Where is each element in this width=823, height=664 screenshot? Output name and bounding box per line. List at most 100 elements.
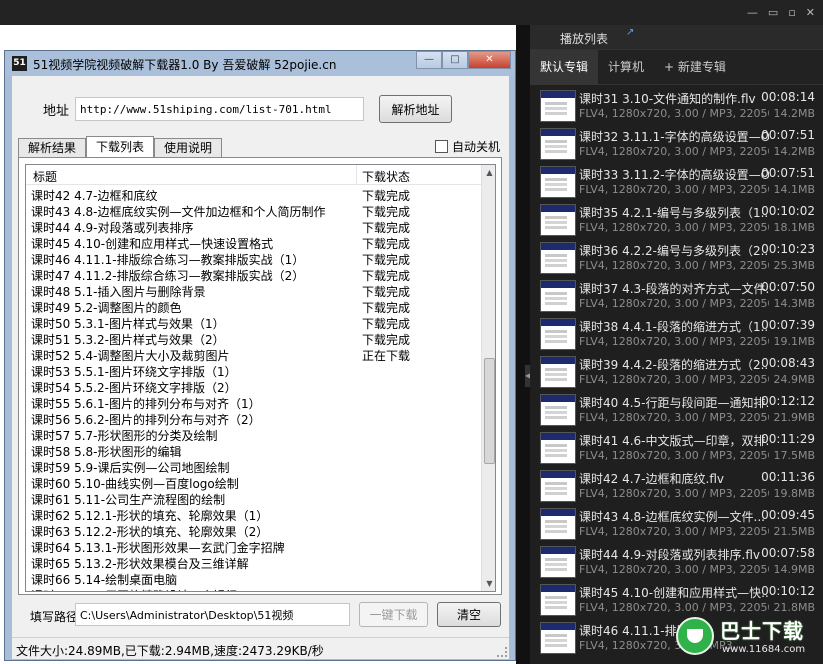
item-duration: 00:07:58 <box>761 546 815 560</box>
item-format-info: FLV4, 1280x720, 3.00 / MP3, 22050... <box>579 335 769 348</box>
list-row[interactable]: 课时53 5.5.1-图片环绕文字排版（1） <box>26 362 481 379</box>
list-row[interactable]: 课时48 5.1-插入图片与删除背景 下载完成 <box>26 282 481 299</box>
column-header-title[interactable]: 标题 <box>33 168 57 185</box>
list-row[interactable]: 课时67 5.15-用网格精确设计工商银行LOGO <box>26 586 481 591</box>
auto-shutdown-checkbox[interactable]: 自动关机 <box>435 138 500 155</box>
list-row[interactable]: 课时55 5.6.1-图片的排列分布与对齐（1） <box>26 394 481 411</box>
list-row[interactable]: 课时49 5.2-调整图片的颜色 下载完成 <box>26 298 481 315</box>
column-divider[interactable] <box>356 165 357 185</box>
scrollbar-thumb[interactable] <box>484 358 495 464</box>
list-row[interactable]: 课时51 5.3.2-图片样式与效果（2） 下载完成 <box>26 330 481 347</box>
player-title-bar <box>0 0 823 25</box>
playlist-item[interactable]: 课时37 4.3-段落的对齐方式—文件... 00:07:50 FLV4, 1280… <box>530 277 823 315</box>
playlist-item[interactable]: 课时43 4.8-边框底纹实例—文件... 00:09:45 FLV4, 1280x… <box>530 505 823 543</box>
playlist-item[interactable]: 课时45 4.10-创建和应用样式—快... 00:10:12 FLV4, 1280… <box>530 581 823 619</box>
minimize-button[interactable]: — <box>416 51 442 69</box>
tab-instructions[interactable]: 使用说明 <box>154 138 223 158</box>
item-format-info: FLV4, 1280x720, 3.00 / MP3, 22050... <box>579 145 769 158</box>
maximize-button[interactable]: □ <box>442 51 468 69</box>
item-format-info: FLV4, 1280x720, 3.00 / MP3, 22050... <box>579 297 769 310</box>
row-title: 课时67 5.15-用网格精确设计工商银行LOGO <box>31 587 353 591</box>
playlist-item[interactable]: 课时39 4.4.2-段落的缩进方式（2... 00:08:43 FLV4, 128… <box>530 353 823 391</box>
list-row[interactable]: 课时44 4.9-对段落或列表排序 下载完成 <box>26 218 481 235</box>
parse-address-button[interactable]: 解析地址 <box>379 95 452 123</box>
list-row[interactable]: 课时63 5.12.2-形状的填充、轮廓效果（2） <box>26 522 481 539</box>
close-button[interactable]: ✕ <box>468 51 511 69</box>
address-label: 地址 <box>43 104 70 119</box>
window-title-bar[interactable]: 51 51视频学院视频破解下载器1.0 By 吾爱破解 52pojie.cn —… <box>5 51 515 76</box>
list-row[interactable]: 课时62 5.12.1-形状的填充、轮廓效果（1） <box>26 506 481 523</box>
item-format-info: FLV4, 1280x720, 3.00 / MP3, 22050... <box>579 563 769 576</box>
item-duration: 00:10:12 <box>761 584 815 598</box>
item-format-info: FLV4, 1280x720, 3.00 / MP3, 22050... <box>579 259 769 272</box>
downloader-window: 51 51视频学院视频破解下载器1.0 By 吾爱破解 52pojie.cn —… <box>4 50 516 661</box>
playlist-item[interactable]: 课时36 4.2.2-编号与多级列表（2... 00:10:23 FLV4, 128… <box>530 239 823 277</box>
tab-computer[interactable]: 计算机 <box>598 50 654 85</box>
playlist-item[interactable]: 课时32 3.11.1-字体的高级设置—O... 00:07:51 FLV4, 12… <box>530 125 823 163</box>
item-name: 课时36 4.2.2-编号与多级列表（2... <box>579 244 769 258</box>
address-input[interactable] <box>75 97 364 121</box>
list-row[interactable]: 课时66 5.14-绘制桌面电脑 <box>26 570 481 587</box>
path-input[interactable] <box>75 603 350 626</box>
video-thumbnail <box>540 394 576 426</box>
playlist-panel: 播放列表 ↗ 默认专辑 计算机 + 新建专辑 课时31 3.10-文件通知的制作… <box>530 25 823 664</box>
list-row[interactable]: 课时56 5.6.2-图片的排列分布与对齐（2） <box>26 410 481 427</box>
scroll-down-icon[interactable]: ▼ <box>482 576 495 591</box>
item-name: 课时45 4.10-创建和应用样式—快... <box>579 586 769 600</box>
video-thumbnail <box>540 584 576 616</box>
list-row[interactable]: 课时60 5.10-曲线实例—百度logo绘制 <box>26 474 481 491</box>
column-header-status[interactable]: 下载状态 <box>362 168 410 185</box>
clear-button[interactable]: 清空 <box>437 602 501 627</box>
one-click-download-button[interactable]: 一键下载 <box>359 602 428 627</box>
list-row[interactable]: 课时57 5.7-形状图形的分类及绘制 <box>26 426 481 443</box>
tab-new-album[interactable]: + 新建专辑 <box>654 50 736 85</box>
playlist-item[interactable]: 课时35 4.2.1-编号与多级列表（1... 00:10:02 FLV4, 128… <box>530 201 823 239</box>
list-row[interactable]: 课时42 4.7-边框和底纹 下载完成 <box>26 186 481 203</box>
list-row[interactable]: 课时43 4.8-边框底纹实例—文件加边框和个人简历制作 下载完成 <box>26 202 481 219</box>
playlist-item[interactable]: 课时44 4.9-对段落或列表排序.flv 00:07:58 FLV4, 1280x… <box>530 543 823 581</box>
download-list: 标题 下载状态 课时42 4.7-边框和底纹 下载完成 课时43 4.8-边框底纹实… <box>25 164 496 592</box>
video-thumbnail <box>540 432 576 464</box>
window-client: 地址 解析地址 解析结果 下载列表 使用说明 自动关机 标题 下载状态 课时42… <box>12 76 509 637</box>
item-size: 18.1MB <box>773 221 815 234</box>
checkbox-icon[interactable] <box>435 140 448 153</box>
list-row[interactable]: 课时64 5.13.1-形状图形效果—玄武门金字招牌 <box>26 538 481 555</box>
auto-shutdown-label: 自动关机 <box>452 140 501 154</box>
playlist-tabs: 默认专辑 计算机 + 新建专辑 <box>530 50 823 85</box>
playlist-item[interactable]: 课时33 3.11.2-字体的高级设置—O... 00:07:51 FLV4, 12… <box>530 163 823 201</box>
playlist-item[interactable]: 课时38 4.4.1-段落的缩进方式（1... 00:07:39 FLV4, 128… <box>530 315 823 353</box>
tab-parse-result[interactable]: 解析结果 <box>18 138 87 158</box>
list-row[interactable]: 课时61 5.11-公司生产流程图的绘制 <box>26 490 481 507</box>
video-thumbnail <box>540 546 576 578</box>
item-duration: 00:12:12 <box>761 394 815 408</box>
tab-default-album[interactable]: 默认专辑 <box>530 50 599 85</box>
list-row[interactable]: 课时59 5.9-课后实例—公司地图绘制 <box>26 458 481 475</box>
item-name: 课时32 3.11.1-字体的高级设置—O... <box>579 130 769 144</box>
list-row[interactable]: 课时58 5.8-形状图形的编辑 <box>26 442 481 459</box>
player-close-icon[interactable]: ✕ <box>806 0 815 25</box>
list-row[interactable]: 课时46 4.11.1-排版综合练习—教案排版实战（1） 下载完成 <box>26 250 481 267</box>
list-row[interactable]: 课时65 5.13.2-形状效果模台及三维详解 <box>26 554 481 571</box>
list-row[interactable]: 课时50 5.3.1-图片样式与效果（1） 下载完成 <box>26 314 481 331</box>
resize-grip-icon[interactable] <box>497 647 507 657</box>
list-row[interactable]: 课时45 4.10-创建和应用样式—快速设置格式 下载完成 <box>26 234 481 251</box>
playlist-item[interactable]: 课时41 4.6-中文版式—印章，双排... 00:11:29 FLV4, 1280… <box>530 429 823 467</box>
playlist-item[interactable]: 课时42 4.7-边框和底纹.flv 00:11:36 FLV4, 1280x720… <box>530 467 823 505</box>
item-duration: 00:08:14 <box>761 90 815 104</box>
tab-download-list[interactable]: 下载列表 <box>86 136 155 158</box>
item-duration: 00:07:50 <box>761 280 815 294</box>
list-rows: 课时42 4.7-边框和底纹 下载完成 课时43 4.8-边框底纹实例—文件加边框和… <box>26 186 481 591</box>
player-minimize-icon[interactable]: — <box>747 0 758 25</box>
playlist-item[interactable]: 课时40 4.5-行距与段间距—通知排... 00:12:12 FLV4, 1280… <box>530 391 823 429</box>
scroll-up-icon[interactable]: ▲ <box>482 165 495 180</box>
player-divider <box>516 25 530 664</box>
playlist-title[interactable]: 播放列表 <box>560 30 608 47</box>
player-maximize-icon[interactable]: ▫ <box>788 0 795 25</box>
popout-icon[interactable]: ↗ <box>626 27 634 38</box>
list-row[interactable]: 课时54 5.5.2-图片环绕文字排版（2） <box>26 378 481 395</box>
list-row[interactable]: 课时47 4.11.2-排版综合练习—教案排版实战（2） 下载完成 <box>26 266 481 283</box>
player-restore-icon[interactable]: ▭ <box>768 0 778 25</box>
playlist-item[interactable]: 课时31 3.10-文件通知的制作.flv 00:08:14 FLV4, 1280x… <box>530 87 823 125</box>
vertical-scrollbar[interactable]: ▲ ▼ <box>481 165 495 591</box>
list-row[interactable]: 课时52 5.4-调整图片大小及裁剪图片 正在下载 <box>26 346 481 363</box>
